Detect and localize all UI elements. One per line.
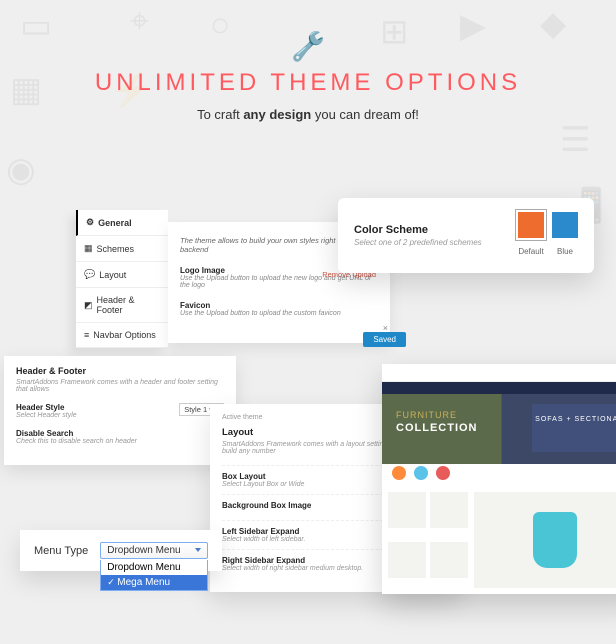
menu-type-card: Menu Type Dropdown Menu Dropdown Menu Me…: [20, 530, 222, 571]
swatch-default[interactable]: Default: [518, 212, 544, 259]
preview-hero-right: SOFAS + SECTIONALS: [532, 404, 616, 452]
grid-icon: ▦: [84, 243, 93, 254]
settings-sidebar: ⚙ General ▦ Schemes 💬 Layout ◩ Header & Foot…: [76, 210, 168, 348]
preview-hero-kicker: FURNITURE: [396, 410, 457, 420]
theme-preview: FURNITURE COLLECTION SOFAS + SECTIONALS: [382, 364, 616, 594]
header-style-desc: Select Header style: [16, 412, 77, 419]
favicon-desc: Use the Upload button to upload the cust…: [180, 310, 378, 317]
color-scheme-subtitle: Select one of 2 predefined schemes: [354, 238, 482, 247]
product-thumbnail: [388, 542, 426, 578]
preview-hero: FURNITURE COLLECTION SOFAS + SECTIONALS: [382, 394, 616, 464]
preview-product-grid: [388, 492, 468, 588]
tab-label: Header & Footer: [97, 295, 160, 315]
menu-type-selected[interactable]: Dropdown Menu: [100, 542, 208, 559]
header-footer-panel: Header & Footer SmartAddons Framework co…: [4, 356, 236, 465]
subtitle-strong: any design: [243, 107, 311, 122]
chat-icon: 💬: [84, 269, 95, 280]
badge-icon: [414, 466, 428, 480]
tab-label: Schemes: [97, 244, 135, 254]
left-sidebar-desc: Select width of left sidebar.: [222, 536, 305, 543]
disable-search-row: Disable Search Check this to disable sea…: [16, 429, 224, 445]
tab-layout[interactable]: 💬 Layout: [76, 262, 168, 288]
tab-general[interactable]: ⚙ General: [76, 210, 168, 236]
product-thumbnail: [430, 492, 468, 528]
left-sidebar-label: Left Sidebar Expand: [222, 527, 305, 536]
page-title: UNLIMITED THEME OPTIONS: [0, 69, 616, 97]
tab-label: Navbar Options: [93, 330, 156, 340]
tab-schemes[interactable]: ▦ Schemes: [76, 236, 168, 262]
preview-featured-product: [474, 492, 616, 588]
hf-title: Header & Footer: [16, 366, 224, 376]
tab-label: General: [98, 218, 132, 228]
header-style-label: Header Style: [16, 403, 77, 412]
disable-search-desc: Check this to disable search on header: [16, 438, 137, 445]
chair-icon: [533, 512, 577, 568]
box-layout-label: Box Layout: [222, 472, 304, 481]
badge-icon: [392, 466, 406, 480]
disable-search-label: Disable Search: [16, 429, 137, 438]
hero-section: 🔧 UNLIMITED THEME OPTIONS To craft any d…: [0, 0, 616, 122]
swatch-label: Blue: [557, 247, 573, 256]
preview-body: [382, 486, 616, 594]
right-sidebar-label: Right Sidebar Expand: [222, 556, 363, 565]
tab-navbar-options[interactable]: ≡ Navbar Options: [76, 323, 168, 348]
preview-badge-strip: [382, 464, 616, 482]
swatch-color-icon: [518, 212, 544, 238]
swatch-color-icon: [552, 212, 578, 238]
page-subtitle: To craft any design you can dream of!: [0, 107, 616, 122]
save-button[interactable]: Saved: [363, 332, 406, 347]
bg-box-image-label: Background Box Image: [222, 501, 311, 510]
preview-topbar: [382, 364, 616, 382]
favicon-field: Favicon Use the Upload button to upload …: [180, 301, 378, 317]
preview-navbar: [382, 382, 616, 394]
color-scheme-card: Color Scheme Select one of 2 predefined …: [338, 198, 594, 273]
badge-icon: [436, 466, 450, 480]
tab-header-footer[interactable]: ◩ Header & Footer: [76, 288, 168, 323]
hf-intro: SmartAddons Framework comes with a heade…: [16, 379, 224, 393]
menu-type-label: Menu Type: [34, 545, 88, 557]
menu-option-mega[interactable]: Mega Menu: [101, 575, 207, 590]
menu-option-dropdown[interactable]: Dropdown Menu: [101, 560, 207, 575]
preview-hero-title: COLLECTION: [396, 422, 478, 434]
right-sidebar-desc: Select width of right sidebar medium des…: [222, 565, 363, 572]
gear-icon: ⚙: [86, 217, 94, 228]
menu-type-dropdown[interactable]: Dropdown Menu Dropdown Menu Mega Menu: [100, 542, 208, 559]
tab-label: Layout: [99, 270, 126, 280]
swatch-label: Default: [518, 247, 543, 256]
favicon-label: Favicon: [180, 301, 378, 310]
menu-type-options: Dropdown Menu Mega Menu: [100, 560, 208, 591]
menu-icon: ≡: [84, 330, 89, 340]
product-thumbnail: [430, 542, 468, 578]
color-scheme-title: Color Scheme: [354, 224, 482, 236]
select-value: Style 1: [184, 405, 207, 414]
header-style-row: Header Style Select Header style Style 1…: [16, 403, 224, 419]
box-layout-desc: Select Layout Box or Wide: [222, 481, 304, 488]
subtitle-pre: To craft: [197, 107, 243, 122]
square-icon: ◩: [84, 300, 93, 311]
swatch-blue[interactable]: Blue: [552, 212, 578, 259]
wrench-icon: 🔧: [291, 30, 326, 63]
subtitle-post: you can dream of!: [311, 107, 419, 122]
product-thumbnail: [388, 492, 426, 528]
